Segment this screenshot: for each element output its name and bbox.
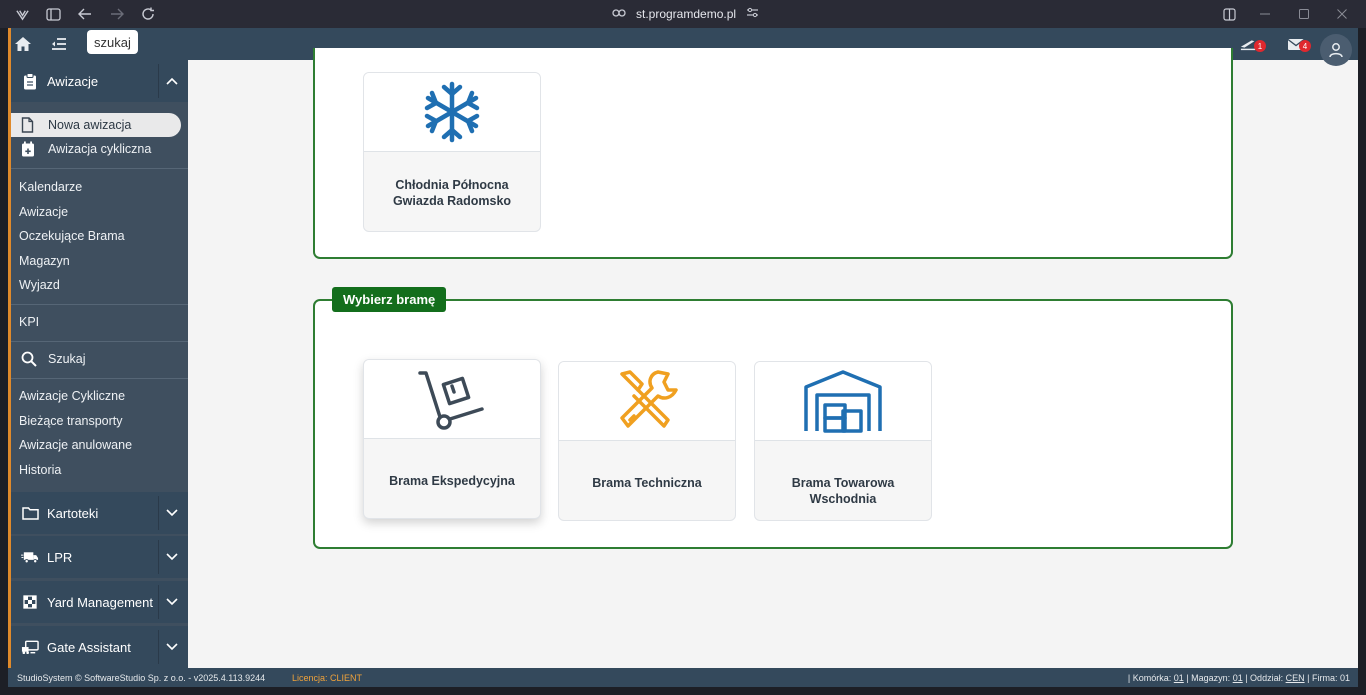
sidebar-section-kartoteki[interactable]: Kartoteki	[11, 492, 188, 534]
tile-icon-area	[559, 362, 735, 441]
minimize-icon[interactable]	[1257, 6, 1273, 22]
gate-name: Brama Ekspedycyjna	[389, 474, 515, 488]
truck-icon	[21, 548, 39, 566]
divider	[11, 168, 188, 169]
status-footer: StudioSystem © SoftwareStudio Sp. z o.o.…	[8, 668, 1358, 687]
warehouse-name: Chłodnia Północna Gwiazda Radomsko	[392, 178, 512, 208]
gate-panel-title: Wybierz bramę	[332, 287, 447, 312]
link-icon	[612, 7, 626, 21]
app-window: szukaj 1 4 Awizacje Nowa awizacja Awizac…	[8, 28, 1358, 687]
folder-icon	[21, 504, 39, 522]
sidebar-section-yard-management[interactable]: Yard Management	[11, 581, 188, 623]
gate-tile-ekspedycyjna[interactable]: Brama Ekspedycyjna	[363, 359, 541, 519]
sidebar-link-biezace-transporty[interactable]: Bieżące transporty	[19, 414, 123, 428]
context-info: | Komórka: 01 | Magazyn: 01 | Oddział: C…	[1128, 673, 1350, 683]
komorka-label: | Komórka:	[1127, 672, 1172, 683]
copyright-text: StudioSystem © SoftwareStudio Sp. z o.o.…	[17, 672, 266, 683]
maximize-icon[interactable]	[1296, 6, 1312, 22]
komorka-value[interactable]: 01	[1174, 673, 1184, 683]
sidebar-item-szukaj[interactable]: Szukaj	[48, 352, 86, 366]
warehouse-icon	[804, 370, 882, 433]
monitor-truck-icon	[21, 638, 39, 656]
sidebar-section-label: Awizacje	[47, 73, 99, 89]
magazyn-label: | Magazyn:	[1186, 672, 1231, 683]
gate-tile-towarowa-wschodnia[interactable]: Brama Towarowa Wschodnia	[754, 361, 932, 521]
grid-icon	[21, 593, 39, 611]
chevron-down-icon[interactable]	[158, 496, 184, 530]
sidebar-section-label: Kartoteki	[47, 505, 99, 521]
firma-label: | Firma:	[1307, 672, 1338, 683]
oddzial-label: | Oddział:	[1245, 672, 1284, 683]
tile-icon-area	[364, 360, 540, 439]
sidebar-section-label: Gate Assistant	[47, 639, 131, 655]
forward-arrow-icon[interactable]	[109, 6, 125, 22]
divider	[11, 378, 188, 379]
sidebar-section-lpr[interactable]: LPR	[11, 536, 188, 578]
reload-icon[interactable]	[140, 6, 156, 22]
clipboard-icon	[21, 72, 39, 90]
gate-name: Brama Towarowa Wschodnia	[791, 476, 895, 506]
close-window-icon[interactable]	[1334, 6, 1350, 22]
sidebar-item-awizacja-cykliczna[interactable]: Awizacja cykliczna	[48, 142, 151, 156]
snowflake-icon	[424, 81, 480, 143]
sidebar-link-historia[interactable]: Historia	[19, 463, 61, 477]
sidebar-link-awizacje-cykliczne[interactable]: Awizacje Cykliczne	[19, 389, 125, 403]
sidebar-section-label: LPR	[47, 549, 73, 565]
notification-badge: 1	[1254, 40, 1266, 52]
user-icon	[1329, 43, 1343, 58]
menu-collapse-icon[interactable]	[50, 35, 68, 53]
user-avatar[interactable]	[1320, 34, 1352, 66]
split-view-icon[interactable]	[1221, 6, 1237, 22]
tile-icon-area	[364, 73, 540, 152]
chevron-down-icon[interactable]	[158, 630, 184, 664]
divider	[11, 341, 188, 342]
chevron-down-icon[interactable]	[158, 540, 184, 574]
sidebar-link-awizacje[interactable]: Awizacje	[19, 205, 68, 219]
sidebar-item-nowa-awizacja[interactable]: Nowa awizacja	[48, 118, 131, 132]
sidebar-section-label: Yard Management	[47, 594, 153, 610]
warehouse-tile[interactable]: Chłodnia Północna Gwiazda Radomsko	[363, 72, 541, 232]
gate-name: Brama Techniczna	[592, 476, 702, 490]
url-text[interactable]: st.programdemo.pl	[636, 7, 736, 21]
mail-badge: 4	[1299, 40, 1311, 52]
license-text: Licencja: CLIENT	[292, 672, 363, 683]
divider	[11, 304, 188, 305]
sidebar-link-kalendarze[interactable]: Kalendarze	[19, 180, 82, 194]
search-icon	[21, 351, 37, 372]
tile-icon-area	[755, 362, 931, 441]
browser-logo-icon[interactable]	[14, 6, 30, 22]
gate-tile-techniczna[interactable]: Brama Techniczna	[558, 361, 736, 521]
accent-stripe	[8, 28, 11, 668]
firma-value: 01	[1339, 672, 1350, 683]
sidebar-link-awizacje-anulowane[interactable]: Awizacje anulowane	[19, 438, 132, 452]
site-settings-icon[interactable]	[746, 7, 759, 21]
sidebar-link-oczekujace-brama[interactable]: Oczekujące Brama	[19, 229, 125, 243]
address-bar[interactable]: st.programdemo.pl	[612, 5, 759, 23]
sidebar-link-wyjazd[interactable]: Wyjazd	[19, 278, 60, 292]
sidebar-section-awizacje[interactable]: Awizacje	[11, 60, 188, 102]
chevron-up-icon[interactable]	[158, 64, 184, 98]
home-icon[interactable]	[14, 35, 32, 53]
sidebar-section-gate-assistant[interactable]: Gate Assistant	[11, 626, 188, 668]
sidebar-link-magazyn[interactable]: Magazyn	[19, 254, 70, 268]
hand-truck-icon	[418, 371, 484, 430]
magazyn-value[interactable]: 01	[1233, 673, 1243, 683]
chevron-down-icon[interactable]	[158, 585, 184, 619]
browser-toolbar: st.programdemo.pl	[0, 0, 1366, 28]
sidebar-link-kpi[interactable]: KPI	[19, 315, 39, 329]
back-arrow-icon[interactable]	[77, 6, 93, 22]
calendar-plus-icon	[21, 141, 35, 162]
tools-icon	[620, 370, 678, 428]
new-document-icon	[21, 117, 34, 138]
oddzial-value[interactable]: CEN	[1286, 673, 1305, 683]
sidebar: Awizacje Nowa awizacja Awizacja cykliczn…	[8, 60, 188, 668]
search-button[interactable]: szukaj	[87, 30, 138, 54]
sidebar-toggle-icon[interactable]	[45, 6, 61, 22]
